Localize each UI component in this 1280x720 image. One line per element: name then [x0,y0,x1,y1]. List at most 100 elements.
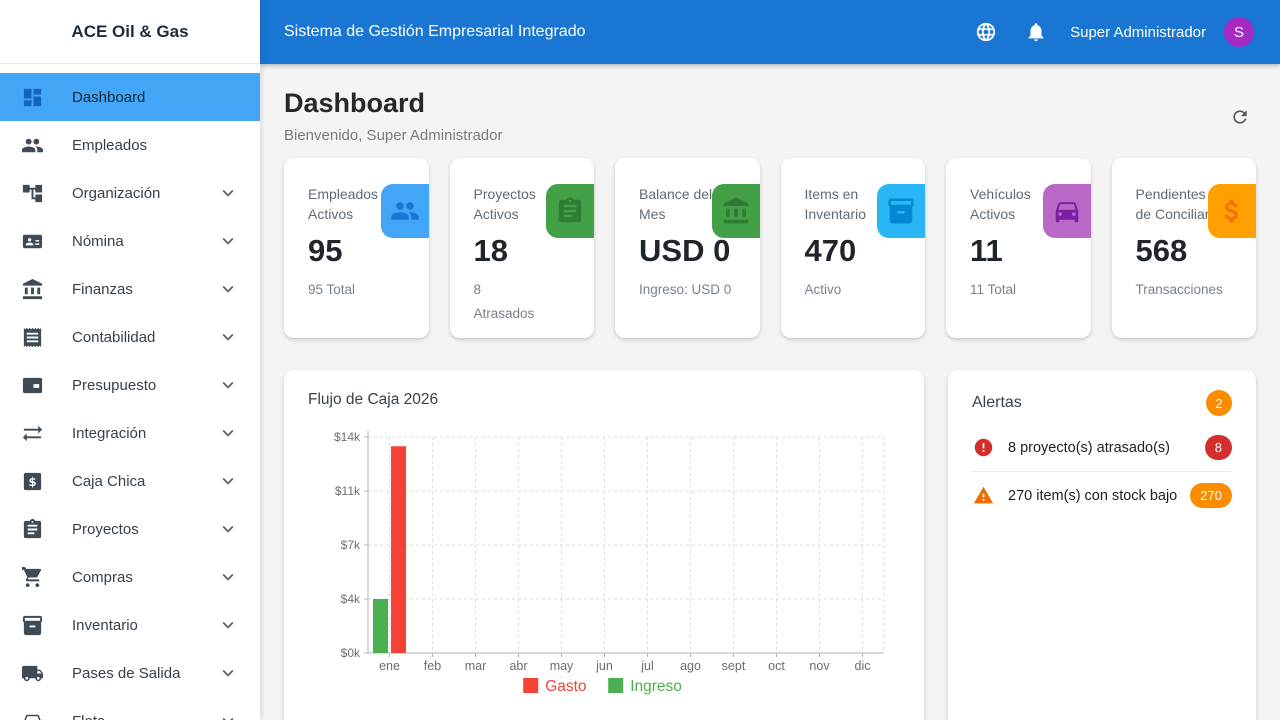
svg-text:nov: nov [809,659,830,673]
sidebar-item-label: Flota [72,713,216,720]
svg-text:$: $ [28,474,36,488]
svg-text:sept: sept [722,659,746,673]
stat-card-vehiculos-activos: Vehículos Activos1111 Total [946,158,1091,338]
sidebar-item-inventario[interactable]: Inventario [0,601,260,649]
sidebar-item-flota[interactable]: Flota [0,697,260,720]
page-subtitle: Bienvenido, Super Administrador [284,127,502,144]
svg-text:feb: feb [424,659,441,673]
sidebar-item-label: Compras [72,569,216,586]
sidebar-item-label: Finanzas [72,281,216,298]
stat-card-sub: 11 Total [970,278,1067,302]
stat-card-sub: Transacciones [1136,278,1233,302]
cashflow-bar-chart: $0k$4k$7k$11k$14kenefebmarabrmayjunjulag… [308,422,900,720]
svg-text:dic: dic [855,659,871,673]
chevron-down-icon [216,469,240,493]
car-icon [1043,184,1091,238]
svg-text:Gasto: Gasto [545,678,586,695]
box-icon [20,613,44,637]
org-tree-icon [20,181,44,205]
sidebar: ACE Oil & Gas DashboardEmpleadosOrganiza… [0,0,260,720]
sidebar-item-contabilidad[interactable]: Contabilidad [0,313,260,361]
chevron-down-icon [216,373,240,397]
people-icon [20,133,44,157]
main-column: Sistema de Gestión Empresarial Integrado… [260,0,1280,720]
alert-item: 8 proyecto(s) atrasado(s)8 [972,424,1232,472]
stat-cards-row: Empleados Activos9595 TotalProyectos Act… [284,158,1256,338]
sidebar-item-label: Integración [72,425,216,442]
sidebar-item-label: Proyectos [72,521,216,538]
sidebar-item-label: Contabilidad [72,329,216,346]
receipt-icon [20,325,44,349]
stat-card-value: 18 [474,233,571,269]
alerts-card: Alertas 2 8 proyecto(s) atrasado(s)8270 … [948,370,1256,720]
chevron-down-icon [216,325,240,349]
bank-icon [20,277,44,301]
bank-icon [712,184,760,238]
page-title: Dashboard [284,88,502,119]
svg-text:Ingreso: Ingreso [630,678,682,695]
alert-text: 8 proyecto(s) atrasado(s) [1008,440,1205,456]
svg-text:abr: abr [509,659,527,673]
sidebar-item-dashboard[interactable]: Dashboard [0,73,260,121]
sidebar-item-proyectos[interactable]: Proyectos [0,505,260,553]
svg-text:$7k: $7k [341,538,361,552]
stat-card-sub: 8 Atrasados [474,278,571,326]
alerts-title: Alertas [972,394,1022,412]
svg-text:$4k: $4k [341,592,361,606]
chevron-down-icon [216,517,240,541]
language-globe-icon[interactable] [974,20,998,44]
svg-text:jul: jul [640,659,654,673]
cart-icon [20,565,44,589]
stat-card-sub: Activo [805,278,902,302]
sidebar-item-label: Dashboard [72,89,246,106]
error-icon [972,437,994,459]
alerts-list: 8 proyecto(s) atrasado(s)8270 item(s) co… [972,424,1232,519]
chevron-down-icon [216,613,240,637]
stat-card-value: USD 0 [639,233,736,269]
svg-text:$11k: $11k [335,484,361,498]
alert-count-badge: 8 [1205,435,1232,460]
content-area: Dashboard Bienvenido, Super Administrado… [260,64,1280,720]
chart-title: Flujo de Caja 2026 [308,390,900,410]
stat-card-proyectos-activos: Proyectos Activos188 Atrasados [450,158,595,338]
clipboard-icon [546,184,594,238]
user-name[interactable]: Super Administrador [1070,24,1206,41]
sidebar-item-label: Organización [72,185,216,202]
refresh-button[interactable] [1224,101,1256,136]
sidebar-item-label: Caja Chica [72,473,216,490]
sidebar-item-label: Nómina [72,233,216,250]
stat-card-items-en-inventario: Items en Inventario470Activo [781,158,926,338]
sidebar-item-presupuesto[interactable]: Presupuesto [0,361,260,409]
box-icon [877,184,925,238]
svg-text:$14k: $14k [334,430,361,444]
alert-item: 270 item(s) con stock bajo270 [972,472,1232,519]
warning-icon [972,485,994,507]
alerts-count-badge: 2 [1206,390,1232,416]
chevron-down-icon [216,421,240,445]
sidebar-item-label: Presupuesto [72,377,216,394]
app-title: Sistema de Gestión Empresarial Integrado [284,23,974,41]
cash-register-icon: $ [20,469,44,493]
user-avatar[interactable]: S [1224,17,1254,47]
payroll-icon [20,229,44,253]
cashflow-chart-card: Flujo de Caja 2026 $0k$4k$7k$11k$14kenef… [284,370,924,720]
stat-card-value: 568 [1136,233,1233,269]
page-header: Dashboard Bienvenido, Super Administrado… [284,78,1256,158]
sidebar-item-finanzas[interactable]: Finanzas [0,265,260,313]
clipboard-icon [20,517,44,541]
topbar-actions: Super Administrador S [974,17,1254,47]
sidebar-item-integracion[interactable]: Integración [0,409,260,457]
sidebar-item-empleados[interactable]: Empleados [0,121,260,169]
sidebar-item-nomina[interactable]: Nómina [0,217,260,265]
sidebar-item-label: Inventario [72,617,216,634]
chevron-down-icon [216,277,240,301]
sidebar-item-pases-de-salida[interactable]: Pases de Salida [0,649,260,697]
svg-text:may: may [550,659,574,673]
alert-text: 270 item(s) con stock bajo [1008,488,1190,504]
stat-card-balance-del-mes: Balance del MesUSD 0Ingreso: USD 0 [615,158,760,338]
sidebar-item-compras[interactable]: Compras [0,553,260,601]
stat-card-value: 11 [970,233,1067,269]
notifications-bell-icon[interactable] [1024,20,1048,44]
sidebar-item-organizacion[interactable]: Organización [0,169,260,217]
sidebar-item-caja-chica[interactable]: $ Caja Chica [0,457,260,505]
